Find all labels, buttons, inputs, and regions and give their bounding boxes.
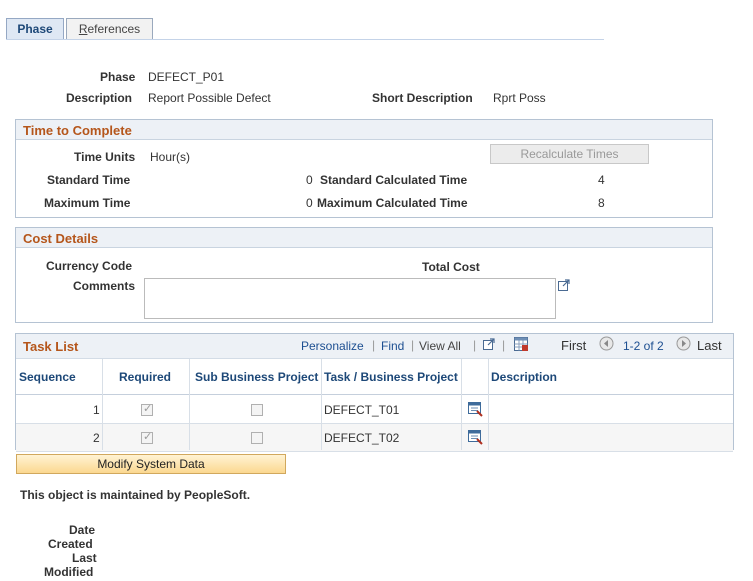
task-list-grid: Task List Personalize | Find | View All … xyxy=(15,333,734,452)
previous-arrow-icon[interactable] xyxy=(599,336,614,351)
column-divider xyxy=(488,359,489,450)
short-description-value: Rprt Poss xyxy=(493,91,546,105)
time-units-value: Hour(s) xyxy=(150,150,191,164)
maximum-calculated-time-label: Maximum Calculated Time xyxy=(317,196,468,210)
row-range: 1-2 of 2 xyxy=(623,339,664,353)
separator: | xyxy=(473,338,477,352)
last-modified-label-line2: Modified xyxy=(44,565,94,579)
first-label: First xyxy=(561,338,587,353)
time-units-label: Time Units xyxy=(74,150,136,164)
tabs-divider xyxy=(6,39,604,40)
personalize-link[interactable]: Personalize xyxy=(301,339,364,353)
sequence-cell: 2 xyxy=(93,431,100,445)
tab-phase[interactable]: Phase xyxy=(6,18,64,40)
total-cost-label: Total Cost xyxy=(422,260,480,274)
standard-time-label: Standard Time xyxy=(47,173,131,187)
sub-business-project-checkbox[interactable] xyxy=(251,404,263,416)
column-sequence[interactable]: Sequence xyxy=(19,370,76,384)
phase-label: Phase xyxy=(100,70,136,84)
column-description[interactable]: Description xyxy=(491,370,557,384)
column-required[interactable]: Required xyxy=(119,370,171,384)
standard-time-value: 0 xyxy=(306,173,313,187)
maximum-time-value: 0 xyxy=(306,196,313,210)
sequence-cell: 1 xyxy=(93,403,100,417)
cost-details-header: Cost Details xyxy=(16,228,712,248)
task-list-title: Task List xyxy=(23,339,79,354)
date-created-label-line2: Created xyxy=(48,537,93,551)
separator: | xyxy=(502,338,506,352)
download-spreadsheet-icon[interactable] xyxy=(513,336,529,352)
task-cell: DEFECT_T01 xyxy=(324,403,400,417)
tab-references[interactable]: References xyxy=(66,18,153,40)
column-divider xyxy=(461,359,462,450)
date-created-label-line1: Date xyxy=(69,523,96,537)
next-arrow-icon[interactable] xyxy=(676,336,691,351)
last-label: Last xyxy=(697,338,722,353)
standard-calculated-time-value: 4 xyxy=(598,173,605,187)
task-list-column-header: Sequence Required Sub Business Project T… xyxy=(16,358,733,395)
column-divider xyxy=(102,359,103,450)
column-task-business-project[interactable]: Task / Business Project xyxy=(324,370,458,384)
tab-references-label: eferences xyxy=(87,22,141,36)
column-sub-business-project[interactable]: Sub Business Project xyxy=(195,370,318,384)
comments-label: Comments xyxy=(73,279,136,293)
separator: | xyxy=(411,338,415,352)
sub-business-project-checkbox[interactable] xyxy=(251,432,263,444)
maximum-calculated-time-value: 8 xyxy=(598,196,605,210)
table-row: 2 DEFECT_T02 xyxy=(16,424,733,452)
recalculate-times-button[interactable]: Recalculate Times xyxy=(490,144,649,164)
comments-textarea[interactable] xyxy=(144,278,556,319)
currency-code-label: Currency Code xyxy=(46,259,133,273)
phase-value: DEFECT_P01 xyxy=(148,70,225,84)
find-link[interactable]: Find xyxy=(381,339,404,353)
time-to-complete-header: Time to Complete xyxy=(16,120,712,140)
standard-calculated-time-label: Standard Calculated Time xyxy=(320,173,468,187)
task-list-header: Task List Personalize | Find | View All … xyxy=(16,334,733,358)
required-checkbox xyxy=(141,402,153,416)
task-detail-icon[interactable] xyxy=(467,401,483,417)
required-checkbox xyxy=(141,430,153,444)
column-divider xyxy=(321,359,322,450)
task-detail-icon[interactable] xyxy=(467,429,483,445)
column-divider xyxy=(189,359,190,450)
new-window-icon[interactable] xyxy=(482,337,496,351)
separator: | xyxy=(372,338,376,352)
description-value: Report Possible Defect xyxy=(148,91,271,105)
maximum-time-label: Maximum Time xyxy=(44,196,131,210)
last-modified-label-line1: Last xyxy=(72,551,97,565)
expand-comments-icon[interactable] xyxy=(557,278,571,292)
time-to-complete-title: Time to Complete xyxy=(23,123,132,138)
table-row: 1 DEFECT_T01 xyxy=(16,396,733,424)
task-cell: DEFECT_T02 xyxy=(324,431,400,445)
short-description-label: Short Description xyxy=(372,91,473,105)
view-all-link[interactable]: View All xyxy=(419,339,461,353)
cost-details-title: Cost Details xyxy=(23,231,99,246)
modify-system-data-button[interactable]: Modify System Data xyxy=(16,454,286,474)
maintained-note: This object is maintained by PeopleSoft. xyxy=(20,488,251,502)
description-label: Description xyxy=(66,91,133,105)
